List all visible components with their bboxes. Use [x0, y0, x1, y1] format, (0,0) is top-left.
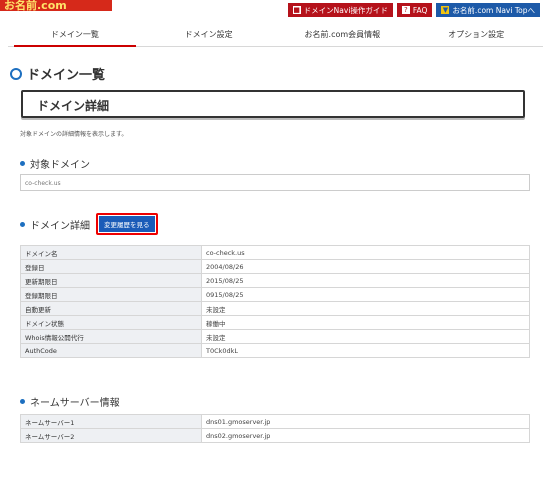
tab-member-info[interactable]: お名前.com会員情報 [276, 26, 410, 46]
brand-logo[interactable]: お名前.com [0, 0, 112, 11]
beginner-mark-icon: ▼ [441, 6, 450, 14]
row-key: ネームサーバー1 [20, 414, 202, 429]
detail-heading-box: ドメイン詳細 [21, 90, 525, 118]
nameserver-table: ネームサーバー1 dns01.gmoserver.jp ネームサーバー2 dns02… [20, 414, 530, 443]
main-nav: ドメイン一覧 ドメイン設定 お名前.com会員情報 オプション設定 [8, 26, 543, 47]
guide-link-label: ドメインNavi操作ガイド [303, 5, 388, 15]
circle-bullet-icon [10, 67, 22, 80]
question-icon: ? [401, 6, 410, 14]
target-domain-heading: 対象ドメイン [20, 156, 90, 171]
row-key: 自動更新 [20, 301, 202, 316]
row-key: ドメイン状態 [20, 315, 202, 330]
table-row: Whois情報公開代行 未設定 [20, 329, 530, 344]
target-domain-title: 対象ドメイン [30, 160, 90, 171]
top-links: ■ ドメインNavi操作ガイド ? FAQ ▼ お名前.com Navi Top… [287, 3, 540, 17]
faq-link[interactable]: ? FAQ [396, 3, 433, 17]
table-row: 登録期限日 0915/08/25 [20, 287, 530, 302]
nameserver-title: ネームサーバー情報 [30, 398, 120, 409]
row-value: dns02.gmoserver.jp [201, 428, 530, 443]
table-row: 自動更新 未設定 [20, 301, 530, 316]
navi-top-link-label: お名前.com Navi Topへ [452, 5, 535, 15]
row-key: AuthCode [20, 343, 202, 358]
bullet-icon [20, 221, 25, 227]
row-key: Whois情報公開代行 [20, 329, 202, 344]
row-key: 登録期限日 [20, 287, 202, 302]
row-key: ドメイン名 [20, 245, 202, 260]
table-row: ネームサーバー1 dns01.gmoserver.jp [20, 414, 530, 429]
row-value: 2015/08/25 [201, 273, 530, 288]
bullet-icon [20, 399, 25, 404]
tab-domain-settings[interactable]: ドメイン設定 [142, 26, 276, 46]
navi-top-link[interactable]: ▼ お名前.com Navi Topへ [436, 3, 540, 17]
nameserver-heading: ネームサーバー情報 [20, 394, 120, 409]
table-row: 登録日 2004/08/26 [20, 259, 530, 274]
domain-detail-table: ドメイン名 co-check.us 登録日 2004/08/26 更新期限日 2015… [20, 245, 530, 358]
table-row: AuthCode T0Ck0dkL [20, 343, 530, 358]
domain-detail-title: ドメイン詳細 [30, 220, 90, 232]
row-value: 0915/08/25 [201, 287, 530, 302]
page-title: ドメイン一覧 [10, 64, 105, 83]
table-row: 更新期限日 2015/08/25 [20, 273, 530, 288]
row-value: 稼働中 [201, 315, 530, 330]
faq-link-label: FAQ [412, 5, 428, 15]
guide-icon: ■ [292, 6, 301, 14]
tab-domain-list[interactable]: ドメイン一覧 [8, 26, 142, 47]
guide-link[interactable]: ■ ドメインNavi操作ガイド [287, 3, 393, 17]
target-domain-field: co-check.us [20, 174, 530, 191]
page-title-text: ドメイン一覧 [27, 68, 106, 83]
history-button-frame: 変更履歴を見る [96, 213, 158, 235]
row-value: 2004/08/26 [201, 259, 530, 274]
row-value: co-check.us [201, 245, 530, 260]
row-key: 更新期限日 [20, 273, 202, 288]
row-value: 未設定 [201, 329, 530, 344]
tab-option-settings[interactable]: オプション設定 [409, 26, 543, 46]
row-value: dns01.gmoserver.jp [201, 414, 530, 429]
table-row: ネームサーバー2 dns02.gmoserver.jp [20, 428, 530, 443]
row-key: ネームサーバー2 [20, 428, 202, 443]
description-text: 対象ドメインの詳細情報を表示します。 [20, 131, 128, 138]
table-row: ドメイン名 co-check.us [20, 245, 530, 260]
domain-detail-heading: ドメイン詳細 変更履歴を見る [20, 213, 158, 235]
row-value: 未設定 [201, 301, 530, 316]
view-history-button[interactable]: 変更履歴を見る [99, 216, 155, 232]
row-value: T0Ck0dkL [201, 343, 530, 358]
row-key: 登録日 [20, 259, 202, 274]
table-row: ドメイン状態 稼働中 [20, 315, 530, 330]
bullet-icon [20, 161, 25, 166]
